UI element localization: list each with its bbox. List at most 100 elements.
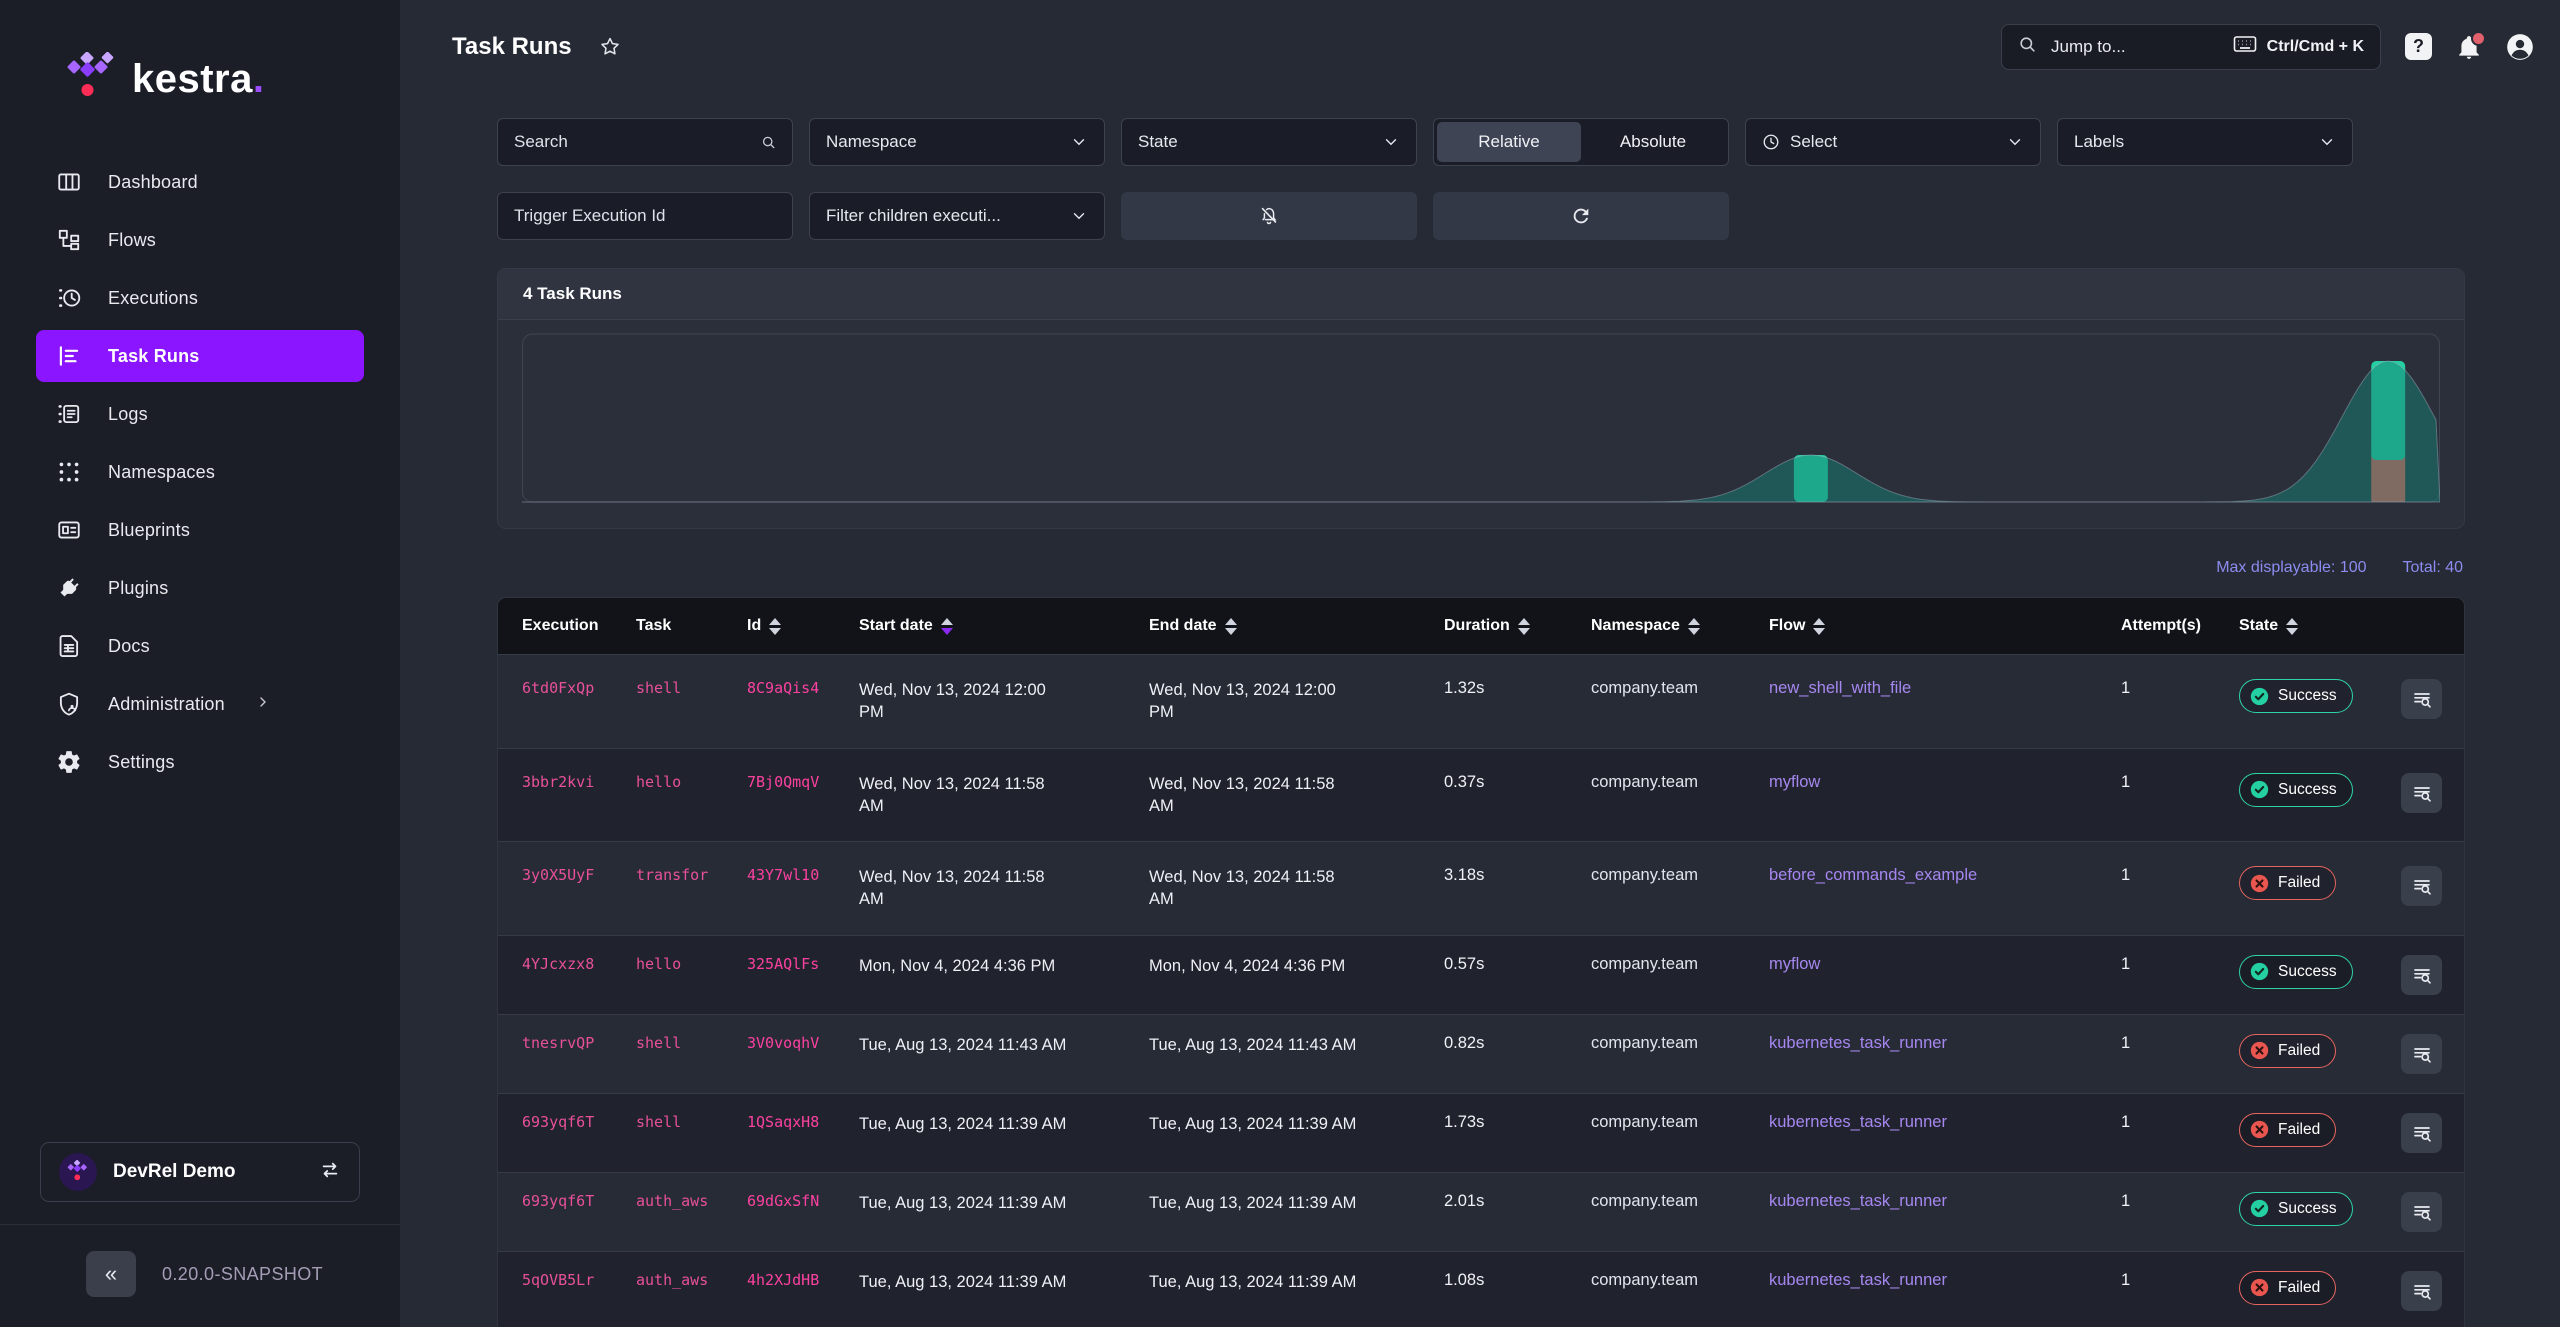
sidebar-item-settings[interactable]: Settings xyxy=(36,736,364,788)
taskrun-logs-button[interactable] xyxy=(2401,772,2442,813)
trigger-execution-id-input[interactable] xyxy=(497,192,793,240)
table-row[interactable]: 3bbr2kvi hello 7Bj0QmqV Wed, Nov 13, 2024 1… xyxy=(498,747,2464,842)
sort-icon[interactable] xyxy=(769,617,782,635)
time-range-select[interactable]: Select xyxy=(1745,118,2041,166)
sort-icon[interactable] xyxy=(1224,617,1237,635)
kestra-logo[interactable]: kestra. xyxy=(0,0,400,153)
table-row[interactable]: 4YJcxzx8 hello 325AQlFs Mon, Nov 4, 2024 4:… xyxy=(498,934,2464,1014)
task-name[interactable]: auth_aws xyxy=(636,1252,747,1308)
taskrun-logs-button[interactable] xyxy=(2401,1033,2442,1074)
taskrun-id-link[interactable]: 69dGxSfN xyxy=(747,1173,859,1229)
collapse-sidebar-button[interactable]: « xyxy=(86,1251,136,1297)
help-button[interactable]: ? xyxy=(2405,33,2432,60)
flow-link[interactable]: kubernetes_task_runner xyxy=(1769,1015,2121,1072)
task-name[interactable]: shell xyxy=(636,1094,747,1150)
sort-icon[interactable] xyxy=(1813,617,1826,635)
column-header-state[interactable]: State xyxy=(2239,617,2401,635)
search-input[interactable] xyxy=(497,118,793,166)
execution-id-link[interactable]: tnesrvQP xyxy=(522,1015,636,1071)
sort-icon[interactable] xyxy=(1687,617,1700,635)
taskrun-logs-button[interactable] xyxy=(2401,954,2442,995)
column-header-attempt-s-: Attempt(s) xyxy=(2121,617,2201,634)
sidebar-item-executions[interactable]: Executions xyxy=(36,272,364,324)
sort-icon[interactable] xyxy=(2286,617,2299,635)
sidebar-item-blueprints[interactable]: Blueprints xyxy=(36,504,364,556)
filter-children-select[interactable]: Filter children executi... xyxy=(809,192,1105,240)
relative-toggle[interactable]: Relative xyxy=(1437,122,1581,162)
flow-link[interactable]: kubernetes_task_runner xyxy=(1769,1173,2121,1230)
absolute-toggle[interactable]: Absolute xyxy=(1581,122,1725,162)
flow-link[interactable]: myflow xyxy=(1769,749,2121,816)
execution-id-link[interactable]: 3y0X5UyF xyxy=(522,842,636,908)
sidebar-item-dashboard[interactable]: Dashboard xyxy=(36,156,364,208)
flow-link[interactable]: myflow xyxy=(1769,936,2121,993)
attempts-count: 1 xyxy=(2121,1191,2131,1210)
taskrun-id-link[interactable]: 7Bj0QmqV xyxy=(747,749,859,815)
mute-notifications-button[interactable] xyxy=(1121,192,1417,240)
execution-id-link[interactable]: 6td0FxQp xyxy=(522,655,636,721)
search-field[interactable] xyxy=(514,132,751,152)
task-name[interactable]: shell xyxy=(636,655,747,721)
shortcut-hint: Ctrl/Cmd + K xyxy=(2233,35,2364,58)
flow-link[interactable]: new_shell_with_file xyxy=(1769,655,2121,722)
taskrun-id-link[interactable]: 43Y7wl10 xyxy=(747,842,859,908)
sidebar-item-task-runs[interactable]: Task Runs xyxy=(36,330,364,382)
taskrun-id-link[interactable]: 8C9aQis4 xyxy=(747,655,859,721)
notifications-button[interactable] xyxy=(2456,30,2486,60)
sidebar-item-namespaces[interactable]: Namespaces xyxy=(36,446,364,498)
sidebar-item-plugins[interactable]: Plugins xyxy=(36,562,364,614)
table-row[interactable]: 693yqf6T shell 1QSaqxH8 Tue, Aug 13, 2024 1… xyxy=(498,1092,2464,1172)
execution-id-link[interactable]: 4YJcxzx8 xyxy=(522,936,636,992)
taskrun-logs-button[interactable] xyxy=(2401,679,2442,719)
taskrun-logs-button[interactable] xyxy=(2401,1191,2442,1232)
sidebar-item-docs[interactable]: Docs xyxy=(36,620,364,672)
column-header-duration[interactable]: Duration xyxy=(1444,617,1591,635)
sidebar-item-flows[interactable]: Flows xyxy=(36,214,364,266)
task-name[interactable]: transfor xyxy=(636,842,747,908)
execution-id-link[interactable]: 5qOVB5Lr xyxy=(522,1252,636,1308)
sidebar-item-logs[interactable]: Logs xyxy=(36,388,364,440)
flow-link[interactable]: kubernetes_task_runner xyxy=(1769,1252,2121,1309)
labels-filter[interactable]: Labels xyxy=(2057,118,2353,166)
table-meta: Max displayable: 100 Total: 40 xyxy=(497,559,2463,577)
table-row[interactable]: 3y0X5UyF transfor 43Y7wl10 Wed, Nov 13, 202… xyxy=(498,841,2464,935)
refresh-button[interactable] xyxy=(1433,192,1729,240)
taskruns-chart[interactable] xyxy=(498,320,2464,528)
sort-icon[interactable] xyxy=(940,617,953,635)
column-header-start-date[interactable]: Start date xyxy=(859,617,1149,635)
state-filter[interactable]: State xyxy=(1121,118,1417,166)
task-name[interactable]: hello xyxy=(636,749,747,815)
column-header-end-date[interactable]: End date xyxy=(1149,617,1444,635)
sidebar: kestra. Dashboard Flows Executions Task … xyxy=(0,0,400,1327)
column-header-flow[interactable]: Flow xyxy=(1769,617,2121,635)
taskrun-id-link[interactable]: 3V0voqhV xyxy=(747,1015,859,1071)
jump-to-search[interactable]: Jump to... Ctrl/Cmd + K xyxy=(2001,23,2381,70)
table-row[interactable]: 6td0FxQp shell 8C9aQis4 Wed, Nov 13, 2024 1… xyxy=(498,654,2464,748)
table-row[interactable]: tnesrvQP shell 3V0voqhV Tue, Aug 13, 2024 1… xyxy=(498,1013,2464,1093)
task-name[interactable]: auth_aws xyxy=(636,1173,747,1229)
taskrun-logs-button[interactable] xyxy=(2401,1112,2442,1153)
task-name[interactable]: hello xyxy=(636,936,747,992)
column-header-namespace[interactable]: Namespace xyxy=(1591,617,1769,635)
execution-id-link[interactable]: 693yqf6T xyxy=(522,1173,636,1229)
sidebar-item-administration[interactable]: Administration xyxy=(36,678,364,730)
table-row[interactable]: 5qOVB5Lr auth_aws 4h2XJdHB Tue, Aug 13, 202… xyxy=(498,1250,2464,1327)
taskrun-logs-button[interactable] xyxy=(2401,1270,2442,1311)
execution-id-link[interactable]: 693yqf6T xyxy=(522,1094,636,1150)
taskrun-id-link[interactable]: 1QSaqxH8 xyxy=(747,1094,859,1150)
trigger-execution-id-field[interactable] xyxy=(514,206,776,226)
taskrun-id-link[interactable]: 4h2XJdHB xyxy=(747,1252,859,1308)
taskrun-id-link[interactable]: 325AQlFs xyxy=(747,936,859,992)
user-avatar[interactable] xyxy=(2506,33,2534,61)
table-row[interactable]: 693yqf6T auth_aws 69dGxSfN Tue, Aug 13, 202… xyxy=(498,1171,2464,1251)
flow-link[interactable]: kubernetes_task_runner xyxy=(1769,1094,2121,1151)
taskrun-logs-button[interactable] xyxy=(2401,866,2442,907)
favorite-star-icon[interactable] xyxy=(598,35,622,59)
flow-link[interactable]: before_commands_example xyxy=(1769,842,2121,909)
tenant-switcher[interactable]: DevRel Demo xyxy=(40,1142,360,1202)
execution-id-link[interactable]: 3bbr2kvi xyxy=(522,749,636,815)
task-name[interactable]: shell xyxy=(636,1015,747,1071)
sort-icon[interactable] xyxy=(1517,617,1530,635)
namespace-filter[interactable]: Namespace xyxy=(809,118,1105,166)
column-header-id[interactable]: Id xyxy=(747,617,859,635)
